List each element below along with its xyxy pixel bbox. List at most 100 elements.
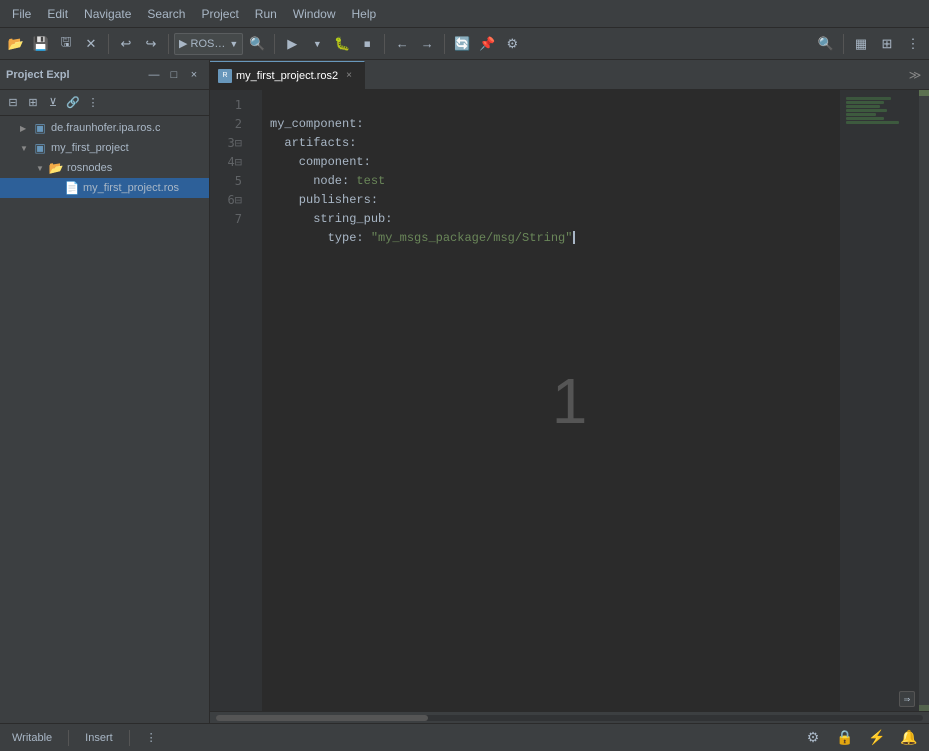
gutter-line-5: 5 — [210, 172, 262, 191]
expand-all-button[interactable]: ⊞ — [24, 94, 42, 112]
line-6-key: string_pub: — [270, 212, 392, 226]
tab-more-button[interactable]: ≫ — [901, 61, 929, 89]
status-lock-icon[interactable]: 🔒 — [833, 726, 857, 750]
horizontal-scrollbar[interactable] — [210, 711, 929, 723]
menu-bar: File Edit Navigate Search Project Run Wi… — [0, 0, 929, 28]
tree-item-ros-file[interactable]: 📄 my_first_project.ros — [0, 178, 209, 198]
minimap-action-icon[interactable]: ⇒ — [899, 691, 915, 707]
run-search-button[interactable]: 🔍 — [245, 32, 269, 56]
insert-status[interactable]: Insert — [81, 730, 117, 746]
scroll-indicator-top — [919, 90, 929, 96]
menu-project[interactable]: Project — [193, 0, 246, 27]
perspective-button[interactable]: ⊞ — [875, 32, 899, 56]
gutter-line-2: 2 — [210, 115, 262, 134]
find-button[interactable]: 🔍 — [814, 32, 838, 56]
menu-run[interactable]: Run — [247, 0, 285, 27]
menu-search[interactable]: Search — [139, 0, 193, 27]
minimap-line-6 — [846, 117, 884, 120]
fold-4 — [246, 153, 262, 172]
tab-close-button[interactable]: × — [342, 69, 356, 83]
h-scroll-thumb[interactable] — [216, 715, 428, 721]
status-right: ⚙ 🔒 ⚡ 🔔 — [801, 726, 921, 750]
code-editor[interactable]: my_component: artifacts: component: node… — [262, 90, 839, 711]
status-gear-icon[interactable]: ⚙ — [801, 726, 825, 750]
settings-button[interactable]: ⚙ — [500, 32, 524, 56]
open-button[interactable]: 📂 — [4, 32, 28, 56]
line-num-2: 2 — [210, 115, 246, 134]
status-bell-icon[interactable]: 🔔 — [897, 726, 921, 750]
toolbar-misc-group: 🔄 📌 ⚙ — [450, 32, 524, 56]
status-bar: Writable Insert ⋮ ⚙ 🔒 ⚡ 🔔 — [0, 723, 929, 751]
maximize-panel-button[interactable]: □ — [165, 66, 183, 84]
line-num-6: 6⊟ — [210, 191, 246, 210]
more-button[interactable]: ⋮ — [901, 32, 925, 56]
arrow-my-project: ▼ — [20, 144, 32, 153]
separator-4 — [384, 34, 385, 54]
label-my-project: my_first_project — [51, 142, 129, 154]
run-dropdown[interactable]: ▼ — [305, 32, 329, 56]
fold-1 — [246, 96, 262, 115]
status-sep-1 — [68, 730, 69, 746]
minimap-lines — [840, 90, 919, 131]
undo-button[interactable]: ↩ — [114, 32, 138, 56]
tab-label: my_first_project.ros2 — [236, 70, 338, 82]
line-num-4: 4⊟ — [210, 153, 246, 172]
line-7-content: type: "my_msgs_package/msg/String" — [270, 231, 575, 245]
arrow-fraunhofer: ▶ — [20, 124, 32, 133]
toolbar-run-group: ▶ ▼ 🐛 ⏹ — [280, 32, 379, 56]
toolbar-nav-group: ← → — [390, 32, 439, 56]
line-2-key: artifacts: — [270, 136, 356, 150]
layout-button[interactable]: ▦ — [849, 32, 873, 56]
filter-button[interactable]: ⊻ — [44, 94, 62, 112]
menu-navigate[interactable]: Navigate — [76, 0, 139, 27]
run-config-combo[interactable]: ▶ ROS… ▼ — [174, 33, 243, 55]
toolbar: 📂 💾 🖫 ✕ ↩ ↪ ▶ ROS… ▼ 🔍 ▶ ▼ 🐛 ⏹ ← → 🔄 📌 ⚙… — [0, 28, 929, 60]
status-sep-2 — [129, 730, 130, 746]
save-all-button[interactable]: 🖫 — [54, 32, 78, 56]
line-num-1: 1 — [210, 96, 246, 115]
toolbar-file-group: 📂 💾 🖫 ✕ — [4, 32, 103, 56]
tree-item-my-project[interactable]: ▼ ▣ my_first_project — [0, 138, 209, 158]
tree-item-rosnodes[interactable]: ▼ 📂 rosnodes — [0, 158, 209, 178]
gutter-line-1: 1 — [210, 96, 262, 115]
stop-button[interactable]: ⏹ — [355, 32, 379, 56]
tab-file-icon: R — [218, 69, 232, 83]
minimap: ⇒ — [839, 90, 919, 711]
back-button[interactable]: ← — [390, 32, 414, 56]
collapse-all-button[interactable]: ⊟ — [4, 94, 22, 112]
panel-menu-button[interactable]: ⋮ — [84, 94, 102, 112]
project-icon-my-project: ▣ — [32, 141, 48, 155]
menu-help[interactable]: Help — [344, 0, 385, 27]
synchronize-button[interactable]: 🔄 — [450, 32, 474, 56]
debug-button[interactable]: 🐛 — [330, 32, 354, 56]
menu-window[interactable]: Window — [285, 0, 344, 27]
redo-button[interactable]: ↪ — [139, 32, 163, 56]
panel-title: Project Expl — [6, 69, 70, 81]
panel-header: Project Expl — □ × — [0, 60, 209, 90]
gutter-line-4: 4⊟ — [210, 153, 262, 172]
close-button[interactable]: ✕ — [79, 32, 103, 56]
tree-item-fraunhofer[interactable]: ▶ ▣ de.fraunhofer.ipa.ros.c — [0, 118, 209, 138]
gutter-line-6: 6⊟ — [210, 191, 262, 210]
menu-edit[interactable]: Edit — [39, 0, 76, 27]
minimize-panel-button[interactable]: — — [145, 66, 163, 84]
link-editor-button[interactable]: 🔗 — [64, 94, 82, 112]
status-power-icon[interactable]: ⚡ — [865, 726, 889, 750]
editor-content[interactable]: 1 2 3⊟ 4⊟ 5 — [210, 90, 929, 711]
status-menu-button[interactable]: ⋮ — [142, 729, 161, 746]
label-rosnodes: rosnodes — [67, 162, 112, 174]
vertical-scrollbar[interactable] — [919, 90, 929, 711]
panel-toolbar: ⊟ ⊞ ⊻ 🔗 ⋮ — [0, 90, 209, 116]
forward-button[interactable]: → — [415, 32, 439, 56]
pin-button[interactable]: 📌 — [475, 32, 499, 56]
menu-file[interactable]: File — [4, 0, 39, 27]
save-button[interactable]: 💾 — [29, 32, 53, 56]
fold-3 — [246, 134, 262, 153]
scroll-indicator-bottom — [919, 705, 929, 711]
line-5-key: publishers: — [270, 193, 378, 207]
run-button[interactable]: ▶ — [280, 32, 304, 56]
close-panel-button[interactable]: × — [185, 66, 203, 84]
label-fraunhofer: de.fraunhofer.ipa.ros.c — [51, 122, 160, 134]
tab-ros2-file[interactable]: R my_first_project.ros2 × — [210, 61, 365, 89]
writable-status[interactable]: Writable — [8, 730, 56, 746]
